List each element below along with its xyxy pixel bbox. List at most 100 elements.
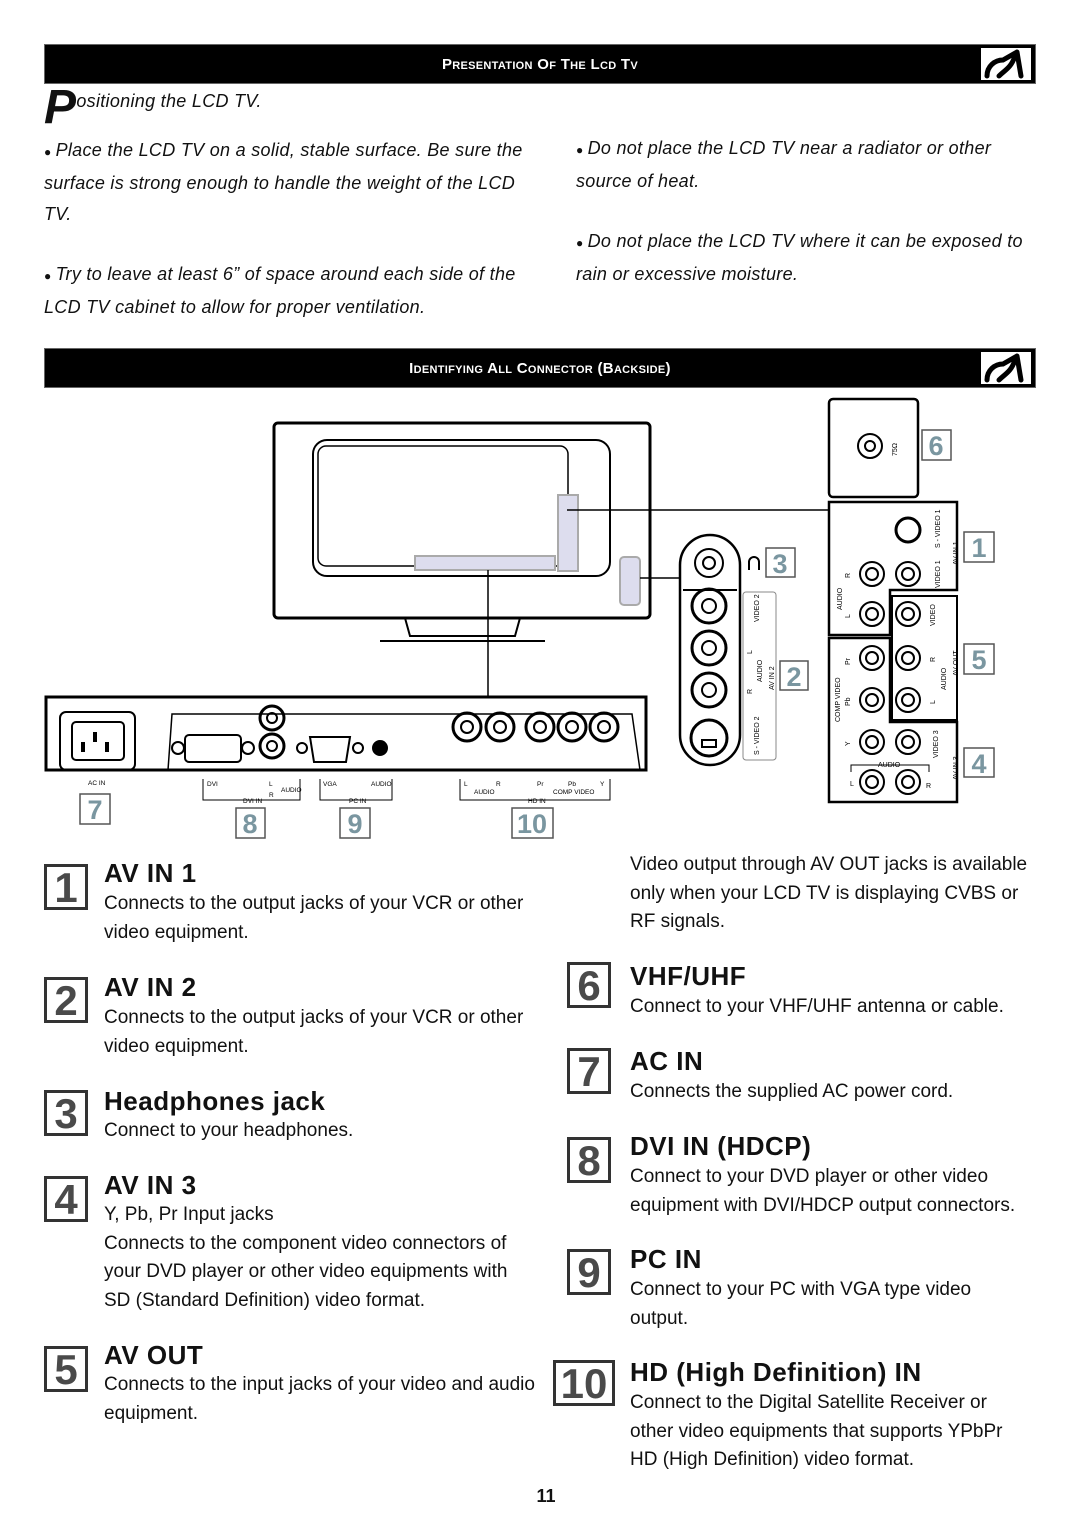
label-av-out: AV OUT bbox=[953, 650, 960, 676]
badge-1: 1 bbox=[963, 531, 995, 563]
label-video3: VIDEO 3 bbox=[933, 730, 940, 758]
label-l: L bbox=[850, 781, 854, 788]
svg-text:6: 6 bbox=[928, 431, 943, 461]
page-number: 11 bbox=[536, 1486, 556, 1506]
section-title-vhf-uhf: VHF/UHF bbox=[630, 961, 747, 991]
label-ac-in: AC IN bbox=[88, 780, 106, 787]
tv-side-connectors bbox=[619, 556, 641, 606]
section-desc-ac-in: Connects the supplied AC power cord. bbox=[630, 1081, 954, 1102]
section-number-7: 7 bbox=[567, 1048, 611, 1094]
label-dvi-r: R bbox=[269, 792, 274, 799]
section-title-av-out: AV OUT bbox=[104, 1340, 204, 1370]
svg-text:3: 3 bbox=[772, 549, 787, 579]
label-video2: VIDEO 2 bbox=[754, 594, 761, 622]
svg-text:4: 4 bbox=[971, 749, 986, 779]
label-pc-in: PC IN bbox=[349, 798, 367, 805]
label-hd-audio: AUDIO bbox=[474, 789, 495, 796]
svg-text:9: 9 bbox=[347, 809, 362, 839]
label-l: L bbox=[930, 700, 937, 704]
label-l: L bbox=[845, 614, 852, 618]
label-r: R bbox=[845, 573, 852, 578]
connector-diagram: AC IN DVI L R AUDIO DVI IN VGA AUDIO PC … bbox=[44, 397, 995, 839]
label-hd-pb: Pb bbox=[568, 781, 576, 788]
section-number-9: 9 bbox=[567, 1249, 611, 1295]
label-hd-comp-video: COMP VIDEO bbox=[553, 789, 594, 796]
label-y: Y bbox=[845, 741, 852, 746]
section-number-5: 5 bbox=[44, 1346, 88, 1392]
section-title-av-in1: AV IN 1 bbox=[104, 858, 197, 888]
label-svideo2: S - VIDEO 2 bbox=[754, 716, 761, 755]
label-hd-in: HD IN bbox=[528, 798, 546, 805]
label-l: L bbox=[747, 650, 754, 654]
svg-text:2: 2 bbox=[786, 662, 801, 692]
label-av-in3: AV IN 3 bbox=[953, 756, 960, 780]
section-desc-av-out: Connects to the input jacks of your vide… bbox=[104, 1374, 535, 1424]
section-title-ac-in: AC IN bbox=[630, 1046, 704, 1076]
label-audio: AUDIO bbox=[941, 667, 948, 690]
badge-5: 5 bbox=[963, 643, 995, 675]
section-number-3: 3 bbox=[44, 1090, 88, 1136]
section-number-2: 2 bbox=[44, 977, 88, 1023]
svg-text:8: 8 bbox=[242, 809, 257, 839]
label-video1: VIDEO 1 bbox=[935, 560, 942, 588]
label-dvi-in: DVI IN bbox=[243, 798, 262, 805]
section-number-8: 8 bbox=[567, 1137, 611, 1183]
section-number-1: 1 bbox=[44, 864, 88, 910]
section-desc-pc-in: Connect to your PC with VGA type video ou… bbox=[630, 1279, 972, 1329]
label-hd-pr: Pr bbox=[537, 781, 544, 788]
badge-2: 2 bbox=[779, 660, 809, 692]
badge-10: 10 bbox=[511, 807, 554, 839]
section-desc-dvi-in: Connect to your DVD player or other vide… bbox=[630, 1166, 1016, 1216]
section-desc-hd-in: Connect to the Digital Satellite Receive… bbox=[630, 1392, 1003, 1470]
label-audio: AUDIO bbox=[757, 659, 764, 682]
badge-8: 8 bbox=[235, 807, 266, 839]
label-hd-l: L bbox=[464, 781, 468, 788]
section-title-dvi-in: DVI IN (HDCP) bbox=[630, 1131, 812, 1161]
label-r: R bbox=[930, 657, 937, 662]
section-desc-av-in1: Connects to the output jacks of your VCR… bbox=[104, 893, 524, 943]
headphone-icon bbox=[748, 556, 760, 570]
label-r: R bbox=[747, 689, 754, 694]
label-vga-audio: AUDIO bbox=[371, 781, 392, 788]
tv-front-outline bbox=[272, 421, 652, 620]
svg-text:1: 1 bbox=[971, 533, 986, 563]
dvi-port bbox=[184, 734, 242, 763]
badge-4: 4 bbox=[963, 747, 995, 779]
svg-text:5: 5 bbox=[971, 645, 986, 675]
section-number-6: 6 bbox=[567, 962, 611, 1008]
section-desc-vhf-uhf: Connect to your VHF/UHF antenna or cable… bbox=[630, 996, 1004, 1017]
label-av-in1: AV IN 1 bbox=[953, 541, 960, 565]
label-r: R bbox=[926, 783, 931, 790]
badge-7: 7 bbox=[79, 793, 111, 825]
av-out-note: Video output through AV OUT jacks is ava… bbox=[630, 854, 1028, 932]
label-dvi-l: L bbox=[269, 781, 273, 788]
label-vga: VGA bbox=[323, 781, 337, 788]
label-video: VIDEO bbox=[930, 604, 937, 626]
vga-port bbox=[308, 736, 352, 763]
svg-text:10: 10 bbox=[517, 809, 547, 839]
section-desc-av-in3: Y, Pb, Pr Input jacks Connects to the com… bbox=[104, 1204, 508, 1311]
section-title-headphones: Headphones jack bbox=[104, 1086, 326, 1116]
label-dvi-audio: AUDIO bbox=[281, 787, 302, 794]
svg-text:7: 7 bbox=[87, 795, 102, 825]
label-av-in2: AV IN 2 bbox=[769, 666, 776, 690]
section-title-av-in2: AV IN 2 bbox=[104, 972, 197, 1002]
label-75-ohm: 75Ω bbox=[892, 443, 899, 456]
label-audio: AUDIO bbox=[878, 762, 901, 769]
section-title-pc-in: PC IN bbox=[630, 1244, 702, 1274]
label-dvi: DVI bbox=[207, 781, 218, 788]
badge-3: 3 bbox=[765, 547, 796, 579]
label-audio: AUDIO bbox=[837, 587, 844, 610]
section-title-av-in3: AV IN 3 bbox=[104, 1170, 197, 1200]
tv-stand bbox=[380, 617, 545, 642]
section-desc-av-in2: Connects to the output jacks of your VCR… bbox=[104, 1007, 524, 1057]
section-desc-headphones: Connect to your headphones. bbox=[104, 1120, 354, 1141]
section-title-hd-in: HD (High Definition) IN bbox=[630, 1357, 922, 1387]
section-number-4: 4 bbox=[44, 1176, 88, 1222]
section-number-10: 10 bbox=[553, 1360, 615, 1406]
label-pb: Pb bbox=[845, 697, 852, 706]
hd-in-jacks bbox=[451, 711, 620, 743]
badge-6: 6 bbox=[921, 429, 952, 461]
badge-9: 9 bbox=[339, 807, 371, 839]
label-svideo1: S - VIDEO 1 bbox=[935, 509, 942, 548]
